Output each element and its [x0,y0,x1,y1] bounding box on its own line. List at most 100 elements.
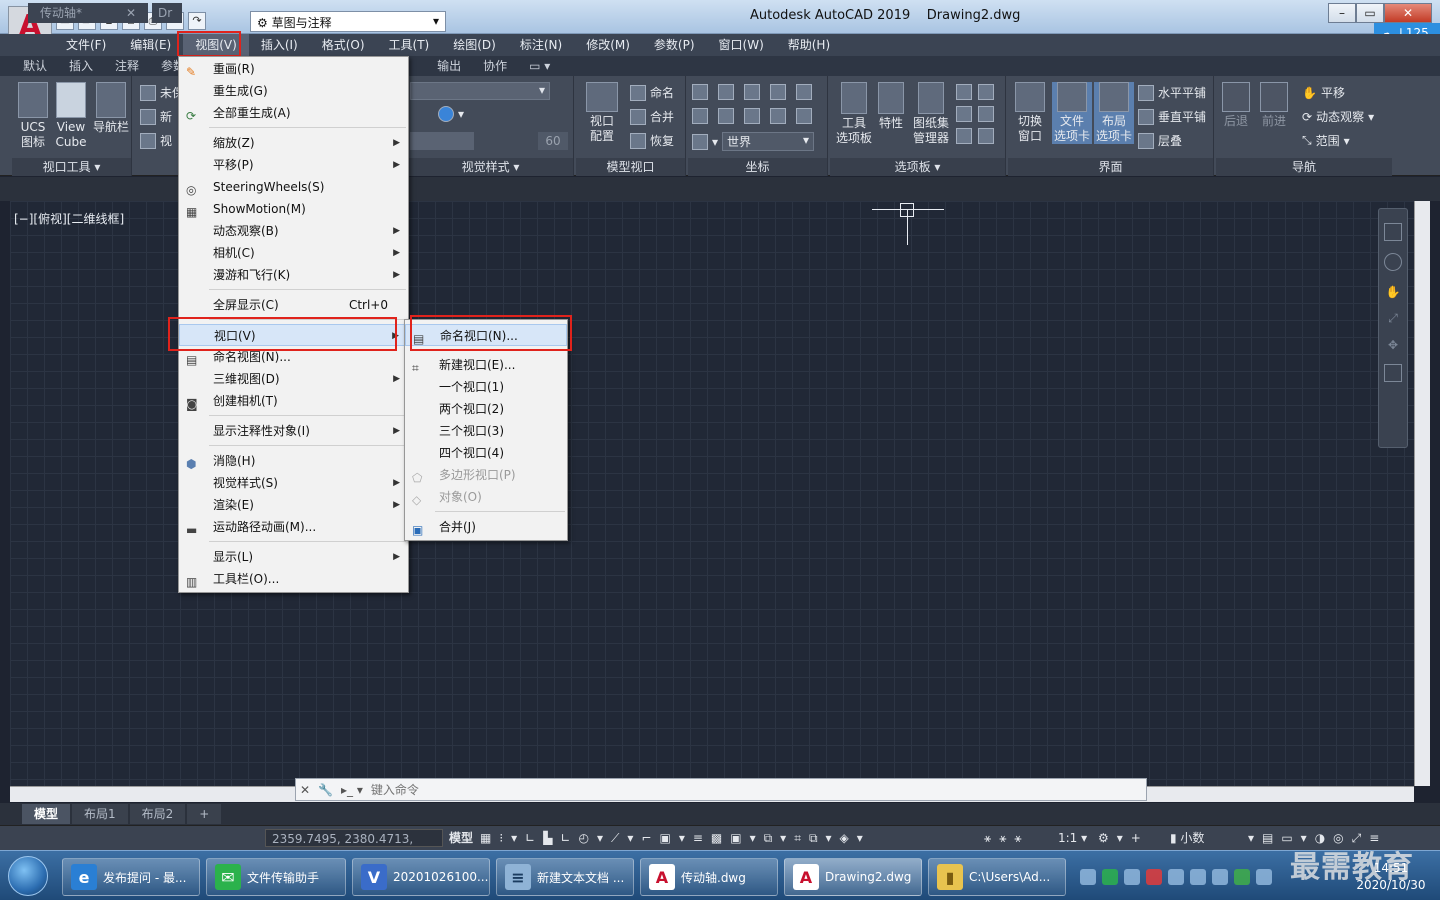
command-input[interactable] [370,782,1071,797]
menu-item-camera[interactable]: 相机(C) ▶ [179,242,408,264]
new-view-button[interactable]: 新 [140,108,172,125]
ucs-icon[interactable] [744,108,760,124]
pan-button[interactable]: ✋ 平移 [1302,84,1345,101]
navbar-button[interactable]: 导航栏 [92,82,130,135]
restore-viewports-button[interactable]: 恢复 [630,132,674,149]
drafting-toggles[interactable]: ▦⁝▾∟▙∟◴▾⟋▾⌐▣▾≡▩▣▾⧉▾⌗⧉▾◈▾ [480,829,871,847]
menu-dimension[interactable]: 标注(N) [508,34,574,56]
ucs-icon[interactable] [770,84,786,100]
ucs-icon[interactable] [692,133,708,150]
cloud-tray-icon[interactable] [1124,869,1140,885]
workspace-toggles[interactable]: ⚙▾+ [1098,829,1149,847]
clock[interactable]: 14:51 2020/10/30 [1346,860,1436,894]
pan-icon[interactable]: ✋ [1379,285,1407,299]
ucs-icon[interactable] [744,84,760,100]
doc-tab-drawing2[interactable]: Dr [152,3,182,23]
submenu-item-join[interactable]: ▣ 合并(J) [405,516,567,538]
minimize-button[interactable]: – [1328,3,1356,23]
zoom-icon[interactable]: ⤢ [1379,311,1407,326]
extents-button[interactable]: ⤡ 范围 ▾ [1302,132,1350,149]
box-icon[interactable] [1190,869,1206,885]
units-dropdown[interactable]: ▮ 小数 ▾ [1170,829,1254,847]
tile-horizontal-button[interactable]: 水平平铺 [1138,84,1206,101]
menu-help[interactable]: 帮助(H) [776,34,842,56]
cursor-coordinates[interactable]: 2359.7495, 2380.4713, 0.0000 [265,829,443,864]
palette-icon[interactable] [956,128,972,144]
menu-item-annotation-objects[interactable]: 显示注释性对象(I) ▶ [179,420,408,442]
ucs-world-dropdown[interactable]: 世界 ▾ [722,132,815,151]
submenu-item-two-viewports[interactable]: 两个视口(2) [405,398,567,420]
menu-item-regen-all[interactable]: ⟳ 全部重生成(A) [179,102,408,124]
tab-annotate[interactable]: 注释 [104,56,150,76]
close-icon[interactable]: ✕ [300,783,310,797]
menu-item-regen[interactable]: 重生成(G) [179,80,408,102]
close-button[interactable]: ✕ [1384,3,1432,23]
tab-overflow-icon[interactable]: ▭ ▾ [518,56,561,76]
menu-item-motion-path[interactable]: ▬ 运动路径动画(M)... [179,516,408,538]
wheel-icon[interactable] [1384,223,1402,241]
showmotion-icon[interactable] [1384,364,1402,382]
menu-item-toolbars[interactable]: ▥ 工具栏(O)... [179,568,408,590]
model-space-button[interactable]: 模型 [449,829,473,847]
tab-model[interactable]: 模型 [22,804,71,824]
maximize-button[interactable]: ▭ [1356,3,1384,23]
menu-item-display[interactable]: 显示(L) ▶ [179,546,408,568]
menu-edit[interactable]: 编辑(E) [118,34,183,56]
volume-icon[interactable] [1256,869,1272,885]
viewport-controls-label[interactable]: [−][俯视][二维线框] [14,210,124,227]
sheetset-manager-button[interactable]: 图纸集 管理器 [910,82,952,146]
viewcube-button[interactable]: View Cube [54,82,88,150]
menu-tools[interactable]: 工具(T) [377,34,442,56]
menu-item-zoom[interactable]: 缩放(Z) ▶ [179,132,408,154]
tab-default[interactable]: 默认 [12,56,58,76]
menu-item-showmotion[interactable]: ▦ ShowMotion(M) [179,198,408,220]
menu-item-orbit[interactable]: 动态观察(B) ▶ [179,220,408,242]
tab-layout1[interactable]: 布局1 [72,804,128,824]
forward-button[interactable]: 前进 [1256,82,1292,129]
ucs-icon[interactable] [796,84,812,100]
submenu-item-new-viewports[interactable]: ⌗ 新建视口(E)... [405,354,567,376]
menu-item-visual-styles[interactable]: 视觉样式(S) ▶ [179,472,408,494]
submenu-item-four-viewports[interactable]: 四个视口(4) [405,442,567,464]
menu-item-pan[interactable]: 平移(P) ▶ [179,154,408,176]
command-prompt-icon[interactable]: ▸_ ▾ [341,783,363,797]
taskbar-item-dwg-drawing2[interactable]: A Drawing2.dwg [784,858,922,896]
taskbar-item-dwg-shaft[interactable]: A 传动轴.dwg [640,858,778,896]
annotation-scale[interactable]: 1:1 ▾ [1058,829,1087,847]
tab-insert[interactable]: 插入 [58,56,104,76]
start-button[interactable] [8,856,48,896]
menu-item-redraw[interactable]: ✎ 重画(R) [179,58,408,80]
menu-file[interactable]: 文件(F) [54,34,118,56]
tool-palettes-button[interactable]: 工具 选项板 [832,82,876,146]
color-dropdown[interactable]: ▾ [438,106,464,122]
opacity-value[interactable]: 60 [538,132,568,150]
ucs-icon[interactable] [718,84,734,100]
add-layout-button[interactable]: + [187,804,222,824]
tab-output[interactable]: 输出 [426,56,472,76]
ucs-icon[interactable] [770,108,786,124]
palette-icon[interactable] [978,84,994,100]
menu-draw[interactable]: 绘图(D) [441,34,508,56]
menu-item-clean-screen[interactable]: 全屏显示(C) Ctrl+0 [179,294,408,316]
menu-item-hide[interactable]: ⬢ 消隐(H) [179,450,408,472]
taskbar-item-explorer[interactable]: ▮ C:\Users\Ad... [928,858,1066,896]
taskbar-item-video[interactable]: V 20201026100... [352,858,490,896]
wrench-icon[interactable]: 🔧 [318,783,333,797]
palette-icon[interactable] [978,128,994,144]
taskbar-item-wechat[interactable]: ✉ 文件传输助手 [206,858,346,896]
steeringwheel-icon[interactable] [1384,253,1402,271]
switch-window-button[interactable]: 切换 窗口 [1010,82,1050,144]
taskbar-item-ie[interactable]: e 发布提问 - 最... [62,858,200,896]
menu-item-create-camera[interactable]: ◙ 创建相机(T) [179,390,408,412]
orbit-button[interactable]: ⟳ 动态观察 ▾ [1302,108,1374,125]
menu-insert[interactable]: 插入(I) [249,34,310,56]
menu-item-render[interactable]: 渲染(E) ▶ [179,494,408,516]
submenu-item-polygonal-viewport[interactable]: ⬠ 多边形视口(P) [405,464,567,486]
tile-vertical-button[interactable]: 垂直平铺 [1138,108,1206,125]
menu-item-walk-fly[interactable]: 漫游和飞行(K) ▶ [179,264,408,286]
close-icon[interactable]: ✕ [126,3,136,23]
redo-icon[interactable]: ↷ [188,12,206,30]
ucs-icon[interactable] [692,84,708,100]
join-viewports-button[interactable]: 合并 [630,108,674,125]
menu-window[interactable]: 窗口(W) [707,34,776,56]
